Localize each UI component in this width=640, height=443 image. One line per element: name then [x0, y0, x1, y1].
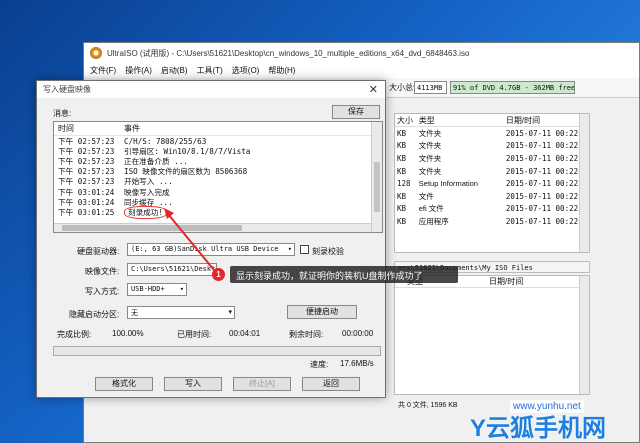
annotation-arrow: [164, 208, 215, 271]
annotation-callout: 显示刻录成功，就证明你的装机U盘制作成功了: [230, 266, 458, 283]
watermark-url: www.yunhu.net: [510, 400, 584, 413]
annotation-badge: 1: [212, 268, 225, 281]
site-watermark: Y云狐手机网 www.yunhu.net: [470, 400, 640, 443]
watermark-brand: Y云狐手机网: [470, 415, 607, 442]
